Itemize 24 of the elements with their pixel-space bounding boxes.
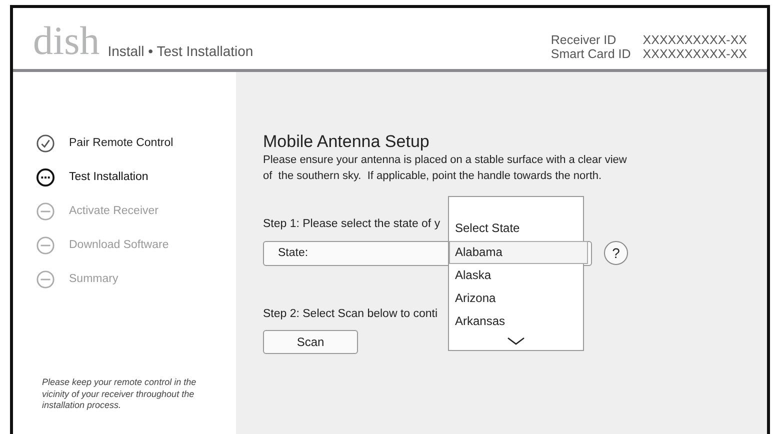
dropdown-option[interactable]: Alaska <box>449 264 583 287</box>
id-value: XXXXXXXXXX-XX <box>642 47 747 61</box>
step-label: Test Installation <box>69 171 148 183</box>
dropdown-heading: Select State <box>454 220 521 237</box>
id-label: Receiver ID <box>550 33 618 47</box>
page-title: Mobile Antenna Setup <box>263 132 430 152</box>
remote-note: Please keep your remote control in the vicinity of your receiver throughout the installation process. <box>42 376 198 412</box>
step-text: Step 2: Select Scan below to conti <box>263 308 438 320</box>
logo: dish <box>33 21 100 61</box>
dropdown-option[interactable]: Arkansas <box>449 310 583 333</box>
dropdown-option[interactable]: Alabama <box>449 241 588 264</box>
scan-button[interactable]: Scan <box>263 330 358 354</box>
help-button[interactable]: ? <box>604 241 628 266</box>
step-label: Activate Receiver <box>69 205 158 217</box>
id-value: XXXXXXXXXX-XX <box>642 33 747 47</box>
step-label: Download Software <box>69 239 169 251</box>
dropdown-option[interactable]: Arizona <box>449 287 583 310</box>
step-text: Step 1: Please select the state of y <box>263 218 440 230</box>
breadcrumb: Install • Test Installation <box>108 43 254 61</box>
chevron-down-icon <box>507 337 525 345</box>
step-label: Pair Remote Control <box>69 137 174 149</box>
id-label: Smart Card ID <box>550 47 631 61</box>
step-label: Summary <box>69 273 118 285</box>
instructions: Please ensure your antenna is placed on a stable surface with a clear view of the southern sky. If applicable, point the handle towards the north. <box>263 153 628 184</box>
